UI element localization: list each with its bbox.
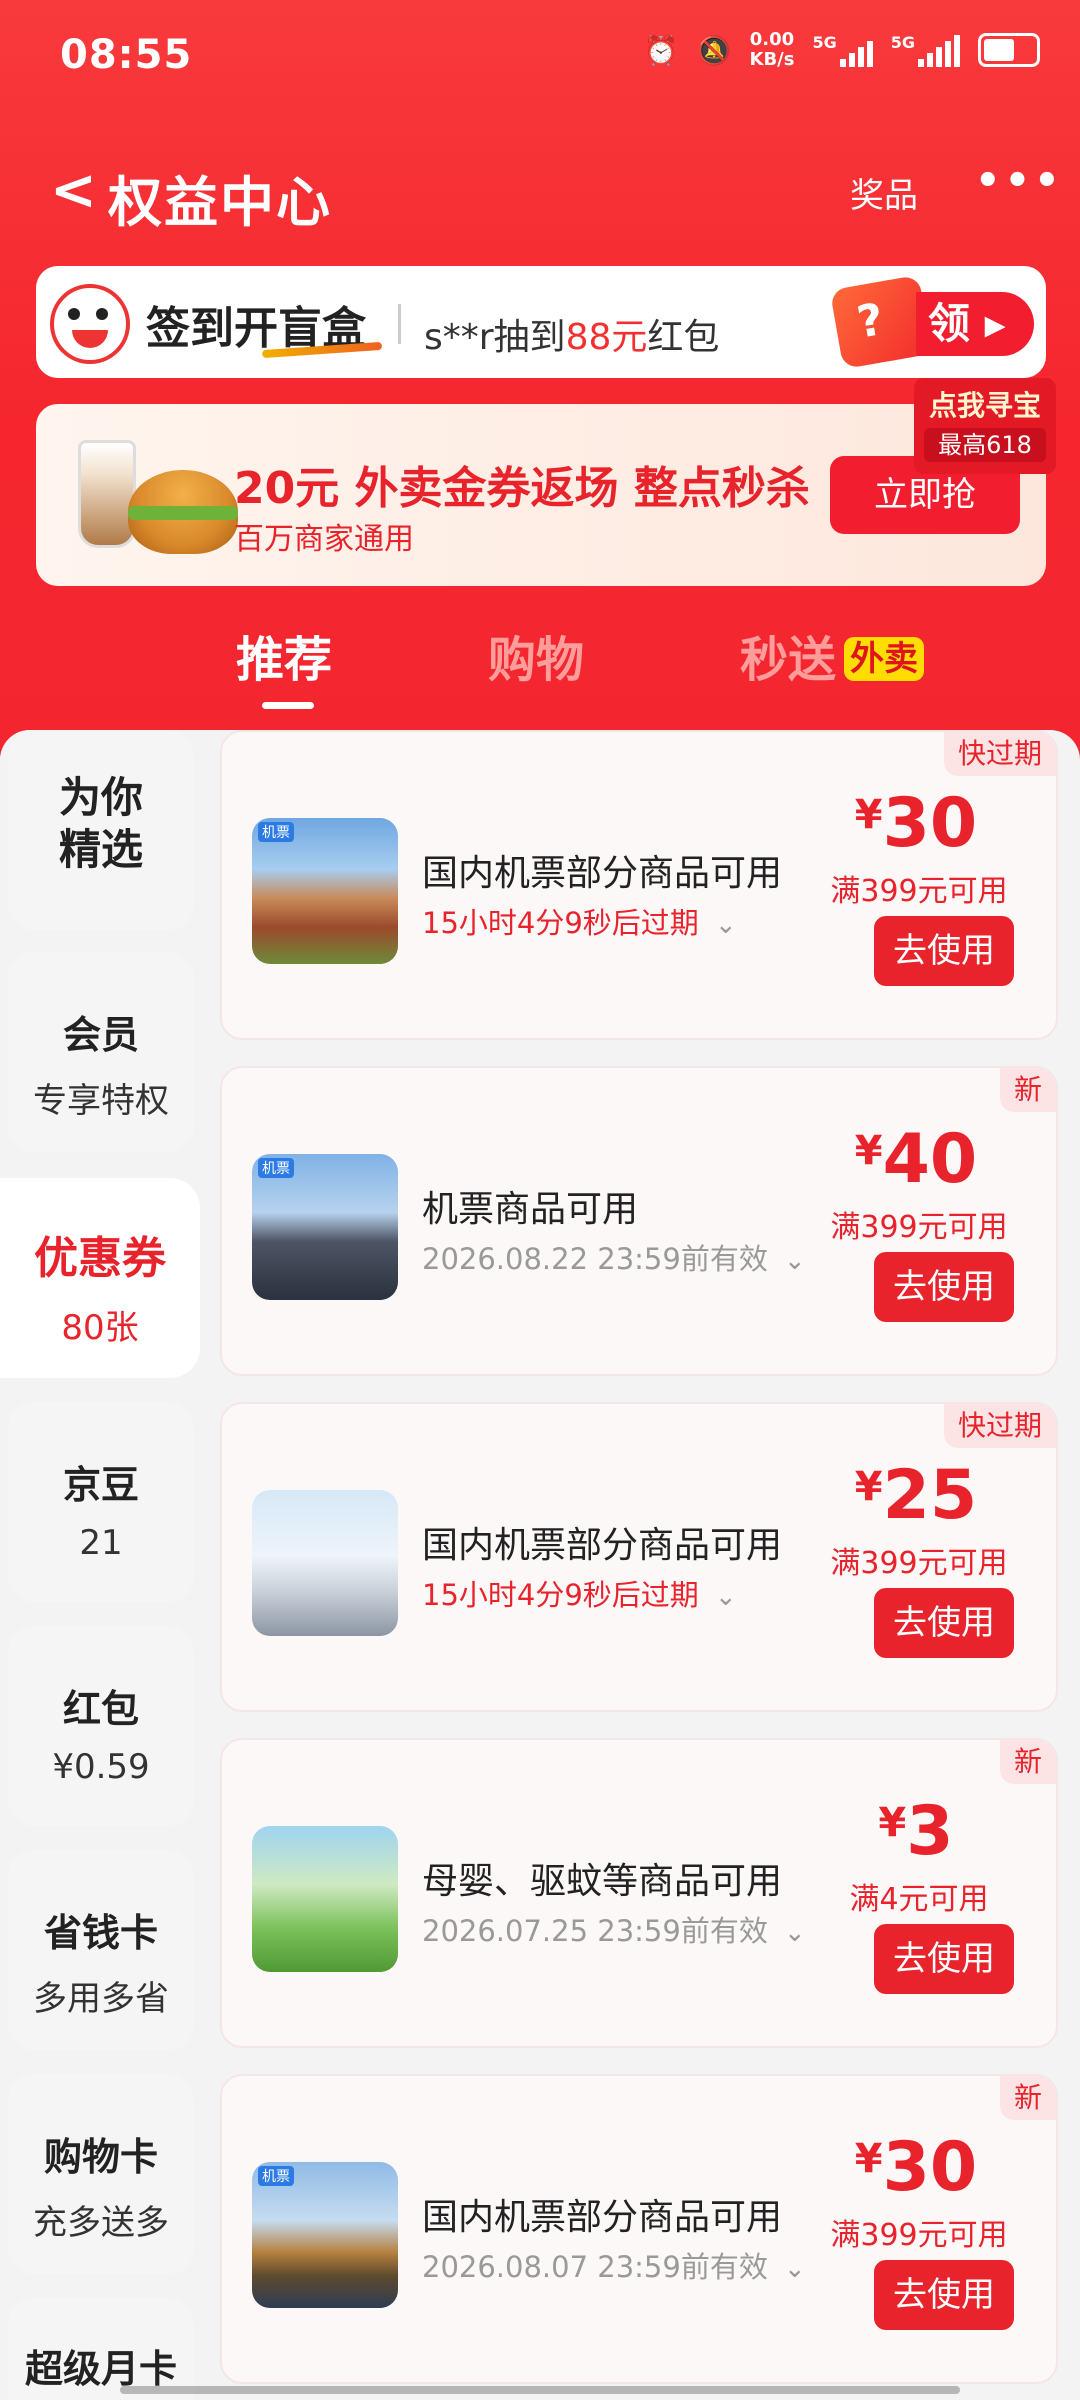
- coupon-expiry: 2026.08.07 23:59前有效 ⌄: [422, 2250, 806, 2284]
- traveler-thumbnail: [252, 1490, 398, 1636]
- coupon-expiry: 15小时4分9秒后过期 ⌄: [422, 1578, 737, 1612]
- home-indicator: [120, 2386, 960, 2394]
- expiring-tag: 快过期: [943, 1404, 1056, 1448]
- use-button[interactable]: 去使用: [874, 1588, 1014, 1658]
- city-thumbnail: 机票: [252, 1154, 398, 1300]
- coupon-condition: 满399元可用: [830, 2218, 1008, 2253]
- coupon-condition: 满399元可用: [830, 1546, 1008, 1581]
- sidebar-item-savings-card[interactable]: 省钱卡 多用多省: [8, 1850, 194, 2050]
- prize-link[interactable]: 奖品: [850, 168, 918, 217]
- battery-icon: [978, 33, 1040, 67]
- mascot-icon: [50, 284, 130, 364]
- tab-indicator: [262, 702, 314, 709]
- sidebar-item-redpacket[interactable]: 红包 ¥0.59: [8, 1626, 194, 1826]
- bridge-thumbnail: 机票: [252, 2162, 398, 2308]
- coupon-name: 母婴、驱蚊等商品可用: [422, 1861, 783, 1902]
- coupon-amount: ¥3: [878, 1792, 954, 1871]
- new-tag: 新: [999, 2076, 1056, 2120]
- food-image: [70, 440, 250, 560]
- sidebar-item-member[interactable]: 会员 专享特权: [8, 952, 194, 1152]
- sidebar-item-shopping-card[interactable]: 购物卡 充多送多: [8, 2074, 194, 2274]
- coupon-card[interactable]: 新 母婴、驱蚊等商品可用 2026.07.25 23:59前有效 ⌄ ¥3 满4元…: [220, 1738, 1058, 2048]
- sidebar-item-super-monthly[interactable]: 超级月卡: [8, 2298, 194, 2400]
- use-button[interactable]: 去使用: [874, 1924, 1014, 1994]
- baby-product-thumbnail: [252, 1826, 398, 1972]
- coupon-amount: ¥30: [854, 2128, 978, 2207]
- chevron-down-icon[interactable]: ⌄: [784, 1246, 806, 1276]
- back-chevron-icon[interactable]: <: [50, 158, 97, 223]
- expiring-tag: 快过期: [943, 732, 1056, 776]
- category-tabs: 推荐 购物 秒送 外卖: [0, 620, 1080, 730]
- mute-bell-icon: 🔕: [696, 33, 732, 67]
- sidebar: 为你 精选 会员 专享特权 优惠券 80张 京豆 21 红包 ¥0.59 省钱卡…: [0, 730, 200, 2400]
- chevron-down-icon[interactable]: ⌄: [784, 2254, 806, 2284]
- status-time: 08:55: [60, 32, 193, 78]
- coupon-name: 机票商品可用: [422, 1189, 639, 1230]
- use-button[interactable]: 去使用: [874, 916, 1014, 986]
- new-tag: 新: [999, 1068, 1056, 1112]
- sidebar-item-coupons[interactable]: 优惠券 80张: [0, 1178, 200, 1378]
- use-button[interactable]: 去使用: [874, 1252, 1014, 1322]
- coupon-card[interactable]: 新 机票 国内机票部分商品可用 2026.08.07 23:59前有效 ⌄ ¥30…: [220, 2074, 1058, 2384]
- coupon-name: 国内机票部分商品可用: [422, 853, 783, 894]
- promo-banner[interactable]: 20元 外卖金券返场 整点秒杀 百万商家通用 立即抢: [36, 404, 1046, 586]
- coffee-cup-icon: [78, 440, 136, 548]
- signin-banner[interactable]: 签到开盲盒 s**r抽到88元红包 ? 领 ▸: [36, 266, 1046, 378]
- coupon-name: 国内机票部分商品可用: [422, 1525, 783, 1566]
- coupon-card[interactable]: 快过期 国内机票部分商品可用 15小时4分9秒后过期 ⌄ ¥25 满399元可用 …: [220, 1402, 1058, 1712]
- promo-subtitle: 百万商家通用: [234, 522, 414, 557]
- winner-ticker: s**r抽到88元红包: [424, 317, 720, 358]
- more-icon[interactable]: •••: [975, 158, 1064, 204]
- takeaway-badge: 外卖: [844, 637, 925, 681]
- signal-icon-2: 5G: [891, 33, 960, 67]
- burger-icon: [128, 470, 238, 554]
- divider: [398, 304, 401, 344]
- sidebar-item-jingdou[interactable]: 京豆 21: [8, 1402, 194, 1602]
- status-icons: ⏰ 🔕 0.00 KB/s 5G 5G: [644, 30, 1040, 70]
- claim-button[interactable]: 领 ▸: [916, 292, 1034, 356]
- coupon-expiry: 15小时4分9秒后过期 ⌄: [422, 906, 737, 940]
- coupon-condition: 满399元可用: [830, 1210, 1008, 1245]
- tab-quick-delivery[interactable]: 秒送 外卖: [740, 620, 925, 690]
- coupon-card[interactable]: 新 机票 机票商品可用 2026.08.22 23:59前有效 ⌄ ¥40 满39…: [220, 1066, 1058, 1376]
- signal-icon: 5G: [812, 33, 873, 67]
- chevron-down-icon[interactable]: ⌄: [715, 910, 737, 940]
- promo-headline: 20元 外卖金券返场 整点秒杀: [234, 463, 810, 514]
- chevron-down-icon[interactable]: ⌄: [715, 1582, 737, 1612]
- tab-shopping[interactable]: 购物: [488, 620, 584, 690]
- coupon-amount: ¥40: [854, 1120, 978, 1199]
- network-speed: 0.00 KB/s: [749, 29, 795, 70]
- coupon-condition: 满4元可用: [849, 1882, 989, 1917]
- new-tag: 新: [999, 1740, 1056, 1784]
- content-area: 为你 精选 会员 专享特权 优惠券 80张 京豆 21 红包 ¥0.59 省钱卡…: [0, 730, 1080, 2400]
- nav-bar: < 权益中心 奖品 •••: [0, 140, 1080, 240]
- coupon-condition: 满399元可用: [830, 874, 1008, 909]
- status-bar: 08:55 ⏰ 🔕 0.00 KB/s 5G 5G: [0, 0, 1080, 110]
- alarm-icon: ⏰: [643, 33, 679, 67]
- tab-recommend[interactable]: 推荐: [236, 620, 332, 690]
- treasure-hunt-badge[interactable]: 点我寻宝 最高618: [914, 378, 1056, 474]
- sidebar-item-picks[interactable]: 为你 精选: [8, 730, 194, 930]
- coupon-name: 国内机票部分商品可用: [422, 2197, 783, 2238]
- coupon-amount: ¥25: [854, 1456, 978, 1535]
- chevron-down-icon[interactable]: ⌄: [784, 1918, 806, 1948]
- landscape-thumbnail: 机票: [252, 818, 398, 964]
- page-title: 权益中心: [108, 171, 332, 234]
- coupon-expiry: 2026.08.22 23:59前有效 ⌄: [422, 1242, 806, 1276]
- coupon-amount: ¥30: [854, 784, 978, 863]
- coupon-card[interactable]: 快过期 机票 国内机票部分商品可用 15小时4分9秒后过期 ⌄ ¥30 满399元…: [220, 730, 1058, 1040]
- coupon-expiry: 2026.07.25 23:59前有效 ⌄: [422, 1914, 806, 1948]
- use-button[interactable]: 去使用: [874, 2260, 1014, 2330]
